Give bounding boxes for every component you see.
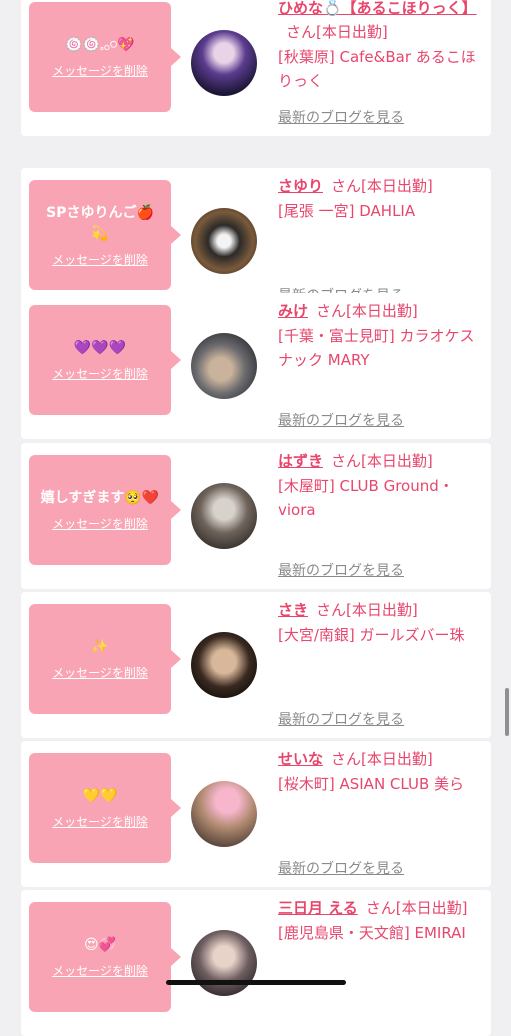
shop-name: [桜木町] ASIAN CLUB 美ら [278,775,465,793]
avatar[interactable] [191,333,257,399]
card-info: はずき さん[本日出勤] [木屋町] CLUB Ground・viora [278,449,483,522]
latest-blog-link[interactable]: 最新のブログを見る [278,709,404,729]
message-bubble: 😍💞 メッセージを削除 [29,902,181,1012]
delete-message-link[interactable]: メッセージを削除 [52,62,148,79]
message-card: 💛💛 メッセージを削除 せいな さん[本日出勤] [桜木町] ASIAN CLUB… [21,741,491,887]
message-bubble: 嬉しすぎます🥺❤️ メッセージを削除 [29,455,181,565]
delete-message-link[interactable]: メッセージを削除 [52,515,148,532]
avatar[interactable] [191,632,257,698]
status-text: さん[本日出勤] [331,177,433,195]
status-text: さん[本日出勤] [331,452,433,470]
card-info: さき さん[本日出勤] [大宮/南銀] ガールズバー珠 [278,598,483,647]
message-text: 💜💜💜 [73,340,127,356]
avatar[interactable] [191,483,257,549]
card-info: ひめな💍【あるこほりっく】さん[本日出勤] [秋葉原] Cafe&Bar あるこ… [278,0,483,93]
latest-blog-link[interactable]: 最新のブログを見る [278,107,404,127]
delete-message-link[interactable]: メッセージを削除 [52,962,148,979]
status-text: さん[本日出勤] [331,750,433,768]
delete-message-link[interactable]: メッセージを削除 [52,365,148,382]
card-info: せいな さん[本日出勤] [桜木町] ASIAN CLUB 美ら [278,747,483,796]
delete-message-link[interactable]: メッセージを削除 [52,813,148,830]
message-bubble: SPさゆりんご🍎💫 メッセージを削除 [29,180,181,290]
message-text: 嬉しすぎます🥺❤️ [40,490,160,506]
cast-name-link[interactable]: さき [278,601,308,619]
home-indicator[interactable] [166,980,346,985]
avatar[interactable] [191,930,257,996]
message-text: ✨ [91,639,109,655]
shop-name: [木屋町] CLUB Ground・viora [278,477,454,519]
card-info: みけ さん[本日出勤] [千葉・富士見町] カラオケスナック MARY [278,299,483,372]
status-text: さん[本日出勤] [316,601,418,619]
message-text: SPさゆりんご🍎💫 [46,204,154,242]
card-info: 三日月 える さん[本日出勤] [鹿児島県・天文館] EMIRAI [278,896,483,945]
status-text: さん[本日出勤] [365,899,468,917]
message-card: 💜💜💜 メッセージを削除 みけ さん[本日出勤] [千葉・富士見町] カラオケスナ… [21,293,491,439]
delete-message-link[interactable]: メッセージを削除 [52,664,148,681]
message-bubble: ✨ メッセージを削除 [29,604,181,714]
latest-blog-link[interactable]: 最新のブログを見る [278,410,404,430]
avatar[interactable] [191,30,257,96]
message-card: 嬉しすぎます🥺❤️ メッセージを削除 はずき さん[本日出勤] [木屋町] CLU… [21,443,491,589]
cast-name-link[interactable]: ひめな💍【あるこほりっく】 [278,0,477,17]
shop-name: [尾張 一宮] DAHLIA [278,202,416,220]
cast-name-link[interactable]: はずき [278,452,323,470]
latest-blog-link[interactable]: 最新のブログを見る [278,560,404,580]
status-text: さん[本日出勤] [316,302,418,320]
message-text: 🍥🍥𓈒𓂂𓏸💖 [65,37,135,53]
message-card: ✨ メッセージを削除 さき さん[本日出勤] [大宮/南銀] ガールズバー珠 最新… [21,592,491,738]
avatar[interactable] [191,781,257,847]
cast-name-link[interactable]: さゆり [278,177,323,195]
message-text: 💛💛 [82,788,118,804]
card-info: さゆり さん[本日出勤] [尾張 一宮] DAHLIA [278,174,483,223]
message-bubble: 💛💛 メッセージを削除 [29,753,181,863]
shop-name: [大宮/南銀] ガールズバー珠 [278,626,465,644]
message-text: 😍💞 [83,937,117,953]
shop-name: [千葉・富士見町] カラオケスナック MARY [278,327,475,369]
status-text: さん[本日出勤] [286,23,388,41]
cast-name-link[interactable]: せいな [278,750,323,768]
shop-name: [秋葉原] Cafe&Bar あるこほりっく [278,48,476,90]
message-bubble: 💜💜💜 メッセージを削除 [29,305,181,415]
avatar[interactable] [191,208,257,274]
delete-message-link[interactable]: メッセージを削除 [52,251,148,268]
cast-name-link[interactable]: みけ [278,302,308,320]
message-card: 😍💞 メッセージを削除 三日月 える さん[本日出勤] [鹿児島県・天文館] EM… [21,890,491,1036]
message-card: 🍥🍥𓈒𓂂𓏸💖 メッセージを削除 ひめな💍【あるこほりっく】さん[本日出勤] [秋… [21,0,491,136]
message-bubble: 🍥🍥𓈒𓂂𓏸💖 メッセージを削除 [29,2,181,112]
scrollbar[interactable] [505,688,509,736]
shop-name: [鹿児島県・天文館] EMIRAI [278,924,466,942]
latest-blog-link[interactable]: 最新のブログを見る [278,858,404,878]
cast-name-link[interactable]: 三日月 える [278,899,358,917]
